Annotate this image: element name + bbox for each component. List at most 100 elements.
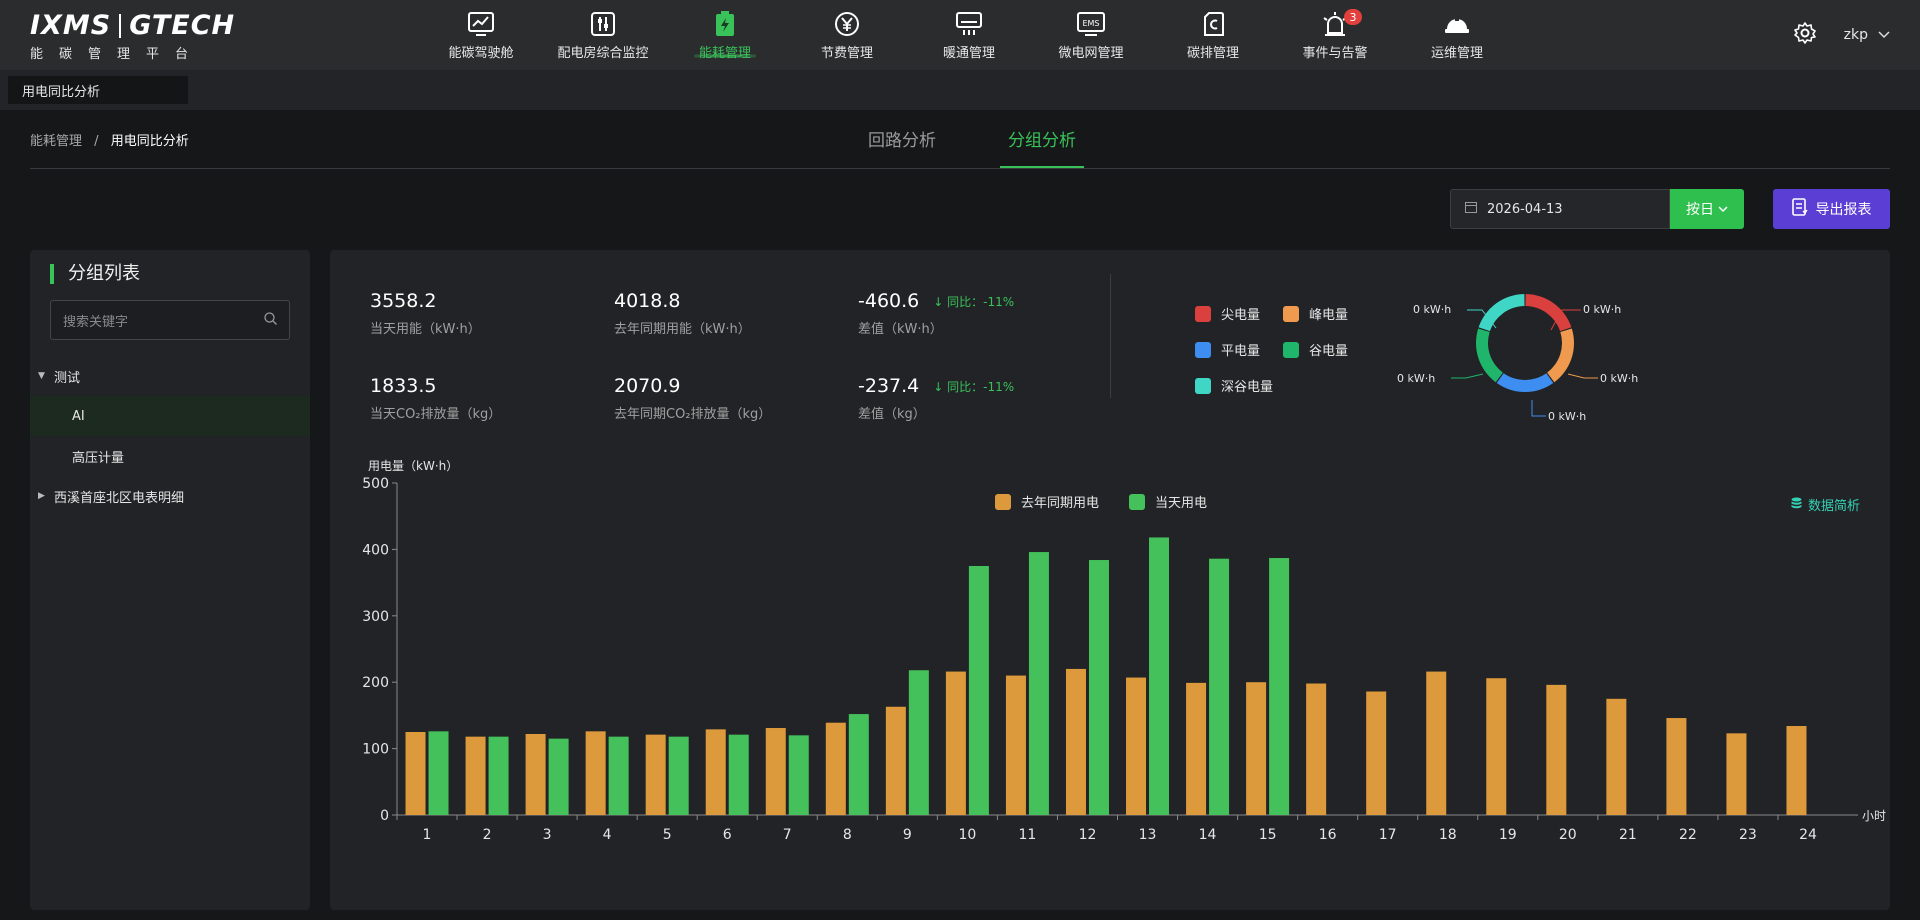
bar-last-year[interactable]	[1606, 698, 1627, 815]
user-menu[interactable]: zkp	[1844, 27, 1890, 43]
legend-item-valley[interactable]: 谷电量	[1283, 340, 1348, 359]
bar-last-year[interactable]	[705, 729, 726, 815]
nav-item-cockpit[interactable]: 能碳驾驶舱	[420, 0, 542, 70]
donut-segment-sharp[interactable]	[1525, 294, 1572, 332]
caret-down-icon[interactable]: ▼	[38, 371, 48, 381]
bar-today[interactable]	[1088, 560, 1109, 815]
chevron-down-icon	[1718, 201, 1728, 217]
bar-today[interactable]	[548, 738, 569, 815]
bar-today[interactable]	[1269, 558, 1290, 815]
nav-item-maintenance[interactable]: 运维管理	[1396, 0, 1518, 70]
bar-last-year[interactable]	[1486, 678, 1507, 815]
bar-today[interactable]	[728, 734, 749, 815]
bar-last-year[interactable]	[1306, 683, 1327, 815]
export-report-button[interactable]: 导出报表	[1773, 189, 1890, 229]
bar-today[interactable]	[428, 731, 449, 815]
x-tick-label: 23	[1739, 827, 1757, 843]
bar-last-year[interactable]	[465, 736, 486, 815]
x-tick-label: 3	[543, 827, 552, 843]
breadcrumb-separator: /	[94, 134, 99, 149]
x-tick-label: 19	[1499, 827, 1517, 843]
nav-item-hvac[interactable]: 暖通管理	[908, 0, 1030, 70]
bar-today[interactable]	[1149, 537, 1170, 815]
bar-last-year[interactable]	[405, 732, 426, 815]
stat-diff-co2: -237.4 ↓ 同比：-11% 差值（kg）	[858, 375, 1014, 422]
y-axis-title: 用电量（kW·h）	[368, 459, 458, 473]
date-picker[interactable]: 2026-04-13	[1450, 189, 1670, 229]
legend-label: 平电量	[1221, 344, 1261, 359]
legend-item-sharp[interactable]: 尖电量	[1195, 304, 1260, 323]
page-tab[interactable]: 用电同比分析	[8, 76, 188, 104]
by-day-dropdown[interactable]: 按日	[1670, 189, 1744, 229]
bar-last-year[interactable]	[525, 733, 546, 815]
stat-last-year-energy: 4018.8 去年同期用能（kW·h）	[614, 290, 751, 337]
bar-last-year[interactable]	[1186, 682, 1207, 815]
alarm-count-badge: 3	[1344, 9, 1362, 25]
bar-today[interactable]	[908, 670, 929, 815]
bar-today[interactable]	[668, 736, 689, 815]
logo-text-left: IXMS	[30, 10, 112, 41]
bar-last-year[interactable]	[1546, 684, 1567, 815]
bar-today[interactable]	[848, 714, 869, 815]
legend-item-peak[interactable]: 峰电量	[1283, 304, 1348, 323]
bar-today[interactable]	[788, 735, 809, 815]
donut-label-flat: 0 kW·h	[1548, 410, 1587, 423]
legend-label: 深谷电量	[1221, 380, 1274, 395]
tariff-donut-chart: 0 kW·h 0 kW·h 0 kW·h 0 kW·h 0 kW·h	[1370, 270, 1670, 430]
bar-last-year[interactable]	[945, 671, 966, 815]
bar-last-year[interactable]	[885, 706, 906, 815]
nav-item-energy[interactable]: 能耗管理	[664, 0, 786, 70]
bar-last-year[interactable]	[1005, 675, 1026, 815]
nav-label: 碳排管理	[1186, 45, 1239, 61]
ems-icon: EMS	[1077, 10, 1105, 38]
tree-node-xixi[interactable]: ▶ 西溪首座北区电表明细	[30, 476, 310, 516]
date-value: 2026-04-13	[1487, 201, 1563, 217]
bar-last-year[interactable]	[825, 722, 846, 815]
bar-last-year[interactable]	[1126, 677, 1147, 815]
caret-right-icon[interactable]: ▶	[38, 491, 48, 501]
breadcrumb-parent[interactable]: 能耗管理	[30, 134, 82, 149]
energy-bar-chart: 用电量（kW·h） 小时 0100200300400500 1234567891…	[362, 459, 1886, 843]
bar-today[interactable]	[968, 566, 989, 815]
tree-node-ai[interactable]: AI	[30, 396, 310, 436]
nav-item-alarm[interactable]: 3 事件与告警	[1274, 0, 1396, 70]
bar-last-year[interactable]	[1666, 718, 1687, 815]
nav-item-carbon[interactable]: 碳排管理	[1152, 0, 1274, 70]
y-tick-label: 0	[380, 808, 389, 824]
bar-last-year[interactable]	[1786, 726, 1807, 815]
bar-last-year[interactable]	[645, 734, 666, 815]
bar-last-year[interactable]	[1426, 671, 1447, 815]
bar-today[interactable]	[608, 736, 629, 815]
legend-label: 峰电量	[1309, 308, 1349, 323]
search-input[interactable]: 搜索关键字	[50, 300, 290, 340]
tab-circuit-analysis[interactable]: 回路分析	[860, 126, 944, 168]
tab-group-analysis[interactable]: 分组分析	[1000, 126, 1084, 168]
bar-last-year[interactable]	[1246, 682, 1267, 815]
gear-icon[interactable]	[1793, 22, 1816, 48]
nav-item-microgrid[interactable]: EMS 微电网管理	[1030, 0, 1152, 70]
nav-label: 能耗管理	[698, 45, 751, 61]
stat-label: 去年同期用能（kW·h）	[614, 322, 751, 337]
bar-last-year[interactable]	[1065, 668, 1086, 815]
donut-segment-flat[interactable]	[1496, 373, 1554, 392]
bar-last-year[interactable]	[765, 728, 786, 815]
bar-today[interactable]	[1028, 552, 1049, 815]
bar-last-year[interactable]	[1726, 733, 1747, 815]
legend-item-flat[interactable]: 平电量	[1195, 340, 1260, 359]
tree-node-test[interactable]: ▼ 测试	[30, 356, 310, 396]
nav-item-substation[interactable]: 配电房综合监控	[542, 0, 664, 70]
donut-label-sharp: 0 kW·h	[1583, 303, 1622, 316]
donut-segment-deep-valley[interactable]	[1478, 294, 1525, 332]
bar-today[interactable]	[1209, 558, 1230, 815]
bar-last-year[interactable]	[1366, 691, 1387, 815]
bar-last-year[interactable]	[585, 731, 606, 815]
export-label: 导出报表	[1815, 202, 1872, 218]
stat-value: 2070.9	[614, 375, 681, 397]
nav-item-cost[interactable]: 节费管理	[786, 0, 908, 70]
legend-item-deep-valley[interactable]: 深谷电量	[1195, 376, 1273, 395]
bar-today[interactable]	[488, 736, 509, 815]
stat-label: 差值（kW·h）	[858, 322, 943, 337]
main-area: 能耗管理 / 用电同比分析 回路分析 分组分析 2026-04-13 按日 导出…	[0, 110, 1920, 920]
tree-node-hv-metering[interactable]: 高压计量	[30, 436, 310, 476]
nav-label: 事件与告警	[1302, 45, 1368, 61]
